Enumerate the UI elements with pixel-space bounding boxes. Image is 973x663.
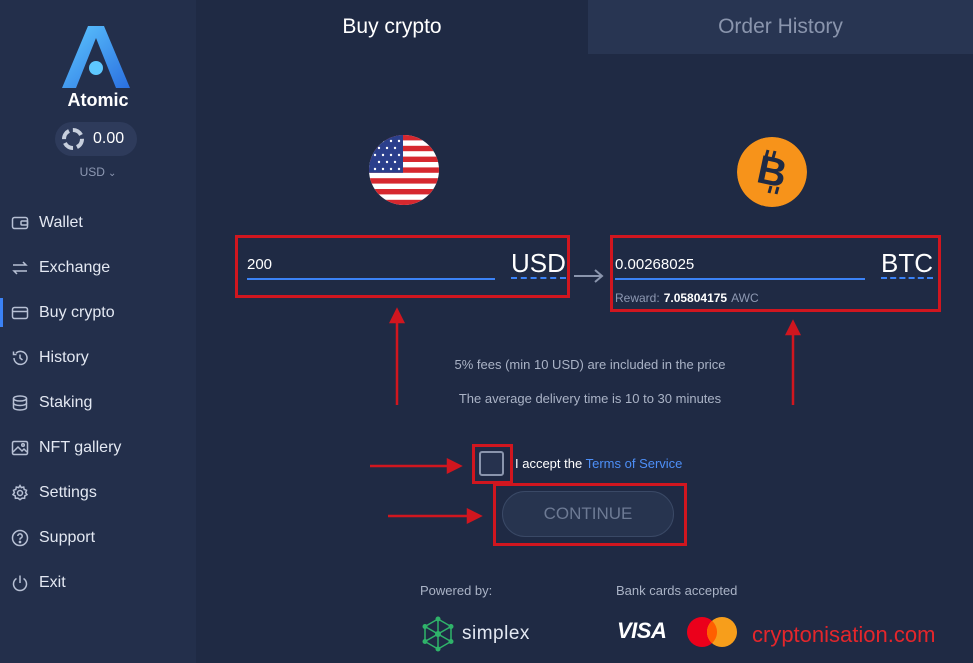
sidebar-item-label: Exit — [39, 573, 66, 591]
sidebar-item-label: Wallet — [39, 213, 83, 231]
sidebar-item-buy-crypto[interactable]: Buy crypto — [0, 290, 196, 335]
history-icon — [11, 349, 29, 367]
sidebar-item-label: Support — [39, 528, 96, 546]
simplex-logo: simplex — [420, 616, 530, 652]
gear-icon — [11, 483, 29, 502]
app-name: Atomic — [67, 90, 129, 110]
annotation-box-fiat — [235, 235, 570, 298]
staking-icon — [11, 394, 29, 412]
bitcoin-icon: B — [737, 137, 807, 207]
sidebar-item-label: Exchange — [39, 258, 111, 276]
sidebar-item-staking[interactable]: Staking — [0, 380, 196, 425]
terms-of-service-link[interactable]: Terms of Service — [586, 456, 683, 471]
image-icon — [11, 439, 29, 457]
terms-prefix: I accept the — [515, 456, 583, 471]
balance-pill[interactable]: 0.00 — [55, 122, 137, 156]
us-flag-icon — [369, 135, 439, 205]
currency-select[interactable]: USD ⌄ — [0, 165, 196, 179]
sidebar-item-exchange[interactable]: Exchange — [0, 245, 196, 290]
powered-by-label: Powered by: — [420, 583, 493, 598]
help-icon — [11, 529, 29, 547]
sidebar-item-support[interactable]: Support — [0, 515, 196, 560]
balance-value: 0.00 — [93, 130, 125, 147]
sidebar-item-label: Buy crypto — [39, 303, 115, 321]
annotation-box-checkbox — [472, 444, 513, 484]
annotation-box-continue — [493, 483, 687, 546]
sidebar-item-label: Staking — [39, 393, 93, 411]
watermark-text: cryptonisation.com — [752, 622, 936, 647]
sidebar-item-nft-gallery[interactable]: NFT gallery — [0, 425, 196, 470]
visa-logo: VISA — [617, 618, 667, 643]
atomic-logo-icon — [62, 26, 130, 88]
sidebar-nav: Wallet Exchange Buy crypto History Staki… — [0, 200, 196, 605]
terms-label: I accept the Terms of Service — [515, 456, 682, 471]
tab-order-history[interactable]: Order History — [588, 0, 973, 54]
chevron-down-icon: ⌄ — [107, 168, 117, 179]
sidebar-item-settings[interactable]: Settings — [0, 470, 196, 515]
mastercard-logo-icon — [687, 617, 737, 647]
card-icon — [11, 304, 29, 322]
sidebar-item-label: NFT gallery — [39, 438, 122, 456]
sidebar-item-label: History — [39, 348, 89, 366]
simplex-network-icon — [422, 616, 454, 652]
sidebar: Atomic 0.00 USD ⌄ Wallet Exchange Buy cry… — [0, 0, 196, 663]
exchange-icon — [11, 259, 29, 277]
simplex-wordmark: simplex — [462, 623, 530, 644]
fees-info: 5% fees (min 10 USD) are included in the… — [454, 357, 726, 372]
sidebar-item-exit[interactable]: Exit — [0, 560, 196, 605]
sidebar-item-history[interactable]: History — [0, 335, 196, 380]
wallet-icon — [11, 214, 29, 232]
power-icon — [11, 574, 29, 592]
annotation-box-crypto — [610, 235, 941, 312]
bank-cards-label: Bank cards accepted — [616, 583, 738, 598]
sidebar-item-label: Settings — [39, 483, 97, 501]
sidebar-item-wallet[interactable]: Wallet — [0, 200, 196, 245]
delivery-info: The average delivery time is 10 to 30 mi… — [458, 391, 722, 406]
currency-label: USD — [79, 165, 105, 179]
tab-buy-crypto[interactable]: Buy crypto — [196, 0, 588, 54]
arrow-right-icon — [574, 269, 604, 283]
balance-ring-icon — [62, 128, 84, 150]
